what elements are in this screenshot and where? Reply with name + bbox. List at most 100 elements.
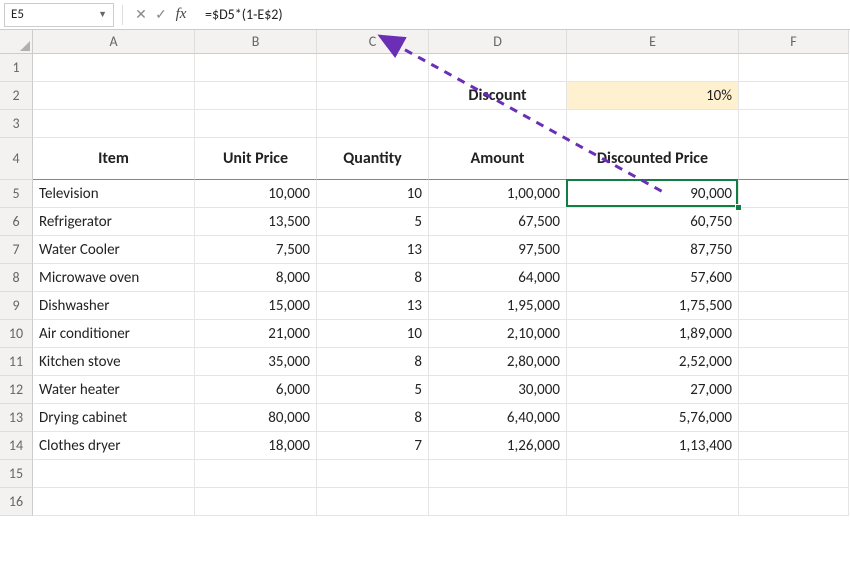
cell[interactable] — [567, 110, 739, 138]
cell-amount[interactable]: 97,500 — [429, 236, 567, 264]
cell[interactable] — [739, 376, 849, 404]
header-item[interactable]: Item — [33, 138, 195, 180]
cell[interactable] — [33, 488, 195, 516]
cell-amount[interactable]: 67,500 — [429, 208, 567, 236]
column-header-D[interactable]: D — [429, 30, 567, 54]
cell-discounted[interactable]: 5,76,000 — [567, 404, 739, 432]
cell-quantity[interactable]: 10 — [317, 320, 429, 348]
cell[interactable] — [195, 110, 317, 138]
row-header-3[interactable]: 3 — [0, 110, 33, 138]
cell[interactable] — [567, 488, 739, 516]
cell-discounted[interactable]: 27,000 — [567, 376, 739, 404]
cell-amount[interactable]: 64,000 — [429, 264, 567, 292]
cell-discounted[interactable]: 90,000 — [567, 180, 739, 208]
row-header-7[interactable]: 7 — [0, 236, 33, 264]
cell[interactable] — [567, 54, 739, 82]
cell[interactable] — [317, 110, 429, 138]
cell[interactable] — [739, 460, 849, 488]
row-header-15[interactable]: 15 — [0, 460, 33, 488]
row-header-12[interactable]: 12 — [0, 376, 33, 404]
name-box[interactable]: E5 ▼ — [4, 3, 114, 27]
cell-quantity[interactable]: 5 — [317, 208, 429, 236]
header-amount[interactable]: Amount — [429, 138, 567, 180]
cell-quantity[interactable]: 8 — [317, 348, 429, 376]
cell-item[interactable]: Television — [33, 180, 195, 208]
cell[interactable] — [739, 54, 849, 82]
cell-quantity[interactable]: 8 — [317, 404, 429, 432]
column-header-E[interactable]: E — [567, 30, 739, 54]
cell-unit-price[interactable]: 80,000 — [195, 404, 317, 432]
row-header-13[interactable]: 13 — [0, 404, 33, 432]
cell-item[interactable]: Clothes dryer — [33, 432, 195, 460]
column-header-B[interactable]: B — [195, 30, 317, 54]
cell[interactable] — [739, 404, 849, 432]
cell[interactable] — [317, 82, 429, 110]
row-header-8[interactable]: 8 — [0, 264, 33, 292]
cell-item[interactable]: Dishwasher — [33, 292, 195, 320]
cell[interactable] — [739, 432, 849, 460]
cell[interactable] — [739, 208, 849, 236]
row-header-2[interactable]: 2 — [0, 82, 33, 110]
cell[interactable] — [739, 264, 849, 292]
discount-value[interactable]: 10% — [567, 82, 739, 110]
cell[interactable] — [739, 138, 849, 180]
cell-unit-price[interactable]: 7,500 — [195, 236, 317, 264]
cell-unit-price[interactable]: 8,000 — [195, 264, 317, 292]
cell[interactable] — [567, 460, 739, 488]
cell[interactable] — [739, 180, 849, 208]
cell-amount[interactable]: 2,80,000 — [429, 348, 567, 376]
cell[interactable] — [739, 236, 849, 264]
header-unit-price[interactable]: Unit Price — [195, 138, 317, 180]
cell-discounted[interactable]: 1,75,500 — [567, 292, 739, 320]
cell-unit-price[interactable]: 6,000 — [195, 376, 317, 404]
fx-icon[interactable]: fx — [171, 5, 191, 25]
cell-discounted[interactable]: 60,750 — [567, 208, 739, 236]
fill-handle[interactable] — [735, 204, 742, 211]
row-header-16[interactable]: 16 — [0, 488, 33, 516]
row-header-10[interactable]: 10 — [0, 320, 33, 348]
cell-discounted[interactable]: 1,89,000 — [567, 320, 739, 348]
cell[interactable] — [317, 54, 429, 82]
cell-discounted[interactable]: 1,13,400 — [567, 432, 739, 460]
cell[interactable] — [33, 54, 195, 82]
cell-amount[interactable]: 6,40,000 — [429, 404, 567, 432]
cell[interactable] — [195, 488, 317, 516]
cell-item[interactable]: Water heater — [33, 376, 195, 404]
cell[interactable] — [195, 82, 317, 110]
cell-quantity[interactable]: 13 — [317, 292, 429, 320]
cell-item[interactable]: Microwave oven — [33, 264, 195, 292]
select-all-button[interactable] — [0, 30, 33, 54]
cell[interactable] — [33, 110, 195, 138]
cell[interactable] — [739, 292, 849, 320]
cell-item[interactable]: Water Cooler — [33, 236, 195, 264]
cell[interactable] — [33, 82, 195, 110]
cell[interactable] — [739, 110, 849, 138]
cell-discounted[interactable]: 57,600 — [567, 264, 739, 292]
column-header-A[interactable]: A — [33, 30, 195, 54]
header-quantity[interactable]: Quantity — [317, 138, 429, 180]
cell[interactable] — [739, 348, 849, 376]
cell[interactable] — [429, 460, 567, 488]
cell-unit-price[interactable]: 10,000 — [195, 180, 317, 208]
header-discounted[interactable]: Discounted Price — [567, 138, 739, 180]
cell-item[interactable]: Drying cabinet — [33, 404, 195, 432]
cell[interactable] — [429, 54, 567, 82]
cell[interactable] — [33, 460, 195, 488]
cell[interactable] — [739, 320, 849, 348]
cell-item[interactable]: Refrigerator — [33, 208, 195, 236]
cell-quantity[interactable]: 8 — [317, 264, 429, 292]
cell-quantity[interactable]: 10 — [317, 180, 429, 208]
cell-discounted[interactable]: 87,750 — [567, 236, 739, 264]
cell-item[interactable]: Air conditioner — [33, 320, 195, 348]
cell[interactable] — [429, 110, 567, 138]
cancel-icon[interactable]: ✕ — [131, 5, 151, 25]
cell[interactable] — [429, 488, 567, 516]
column-header-F[interactable]: F — [739, 30, 849, 54]
cell-unit-price[interactable]: 21,000 — [195, 320, 317, 348]
cell-amount[interactable]: 30,000 — [429, 376, 567, 404]
cell[interactable] — [195, 54, 317, 82]
cell[interactable] — [195, 460, 317, 488]
cell-unit-price[interactable]: 15,000 — [195, 292, 317, 320]
row-header-11[interactable]: 11 — [0, 348, 33, 376]
cell[interactable] — [317, 488, 429, 516]
